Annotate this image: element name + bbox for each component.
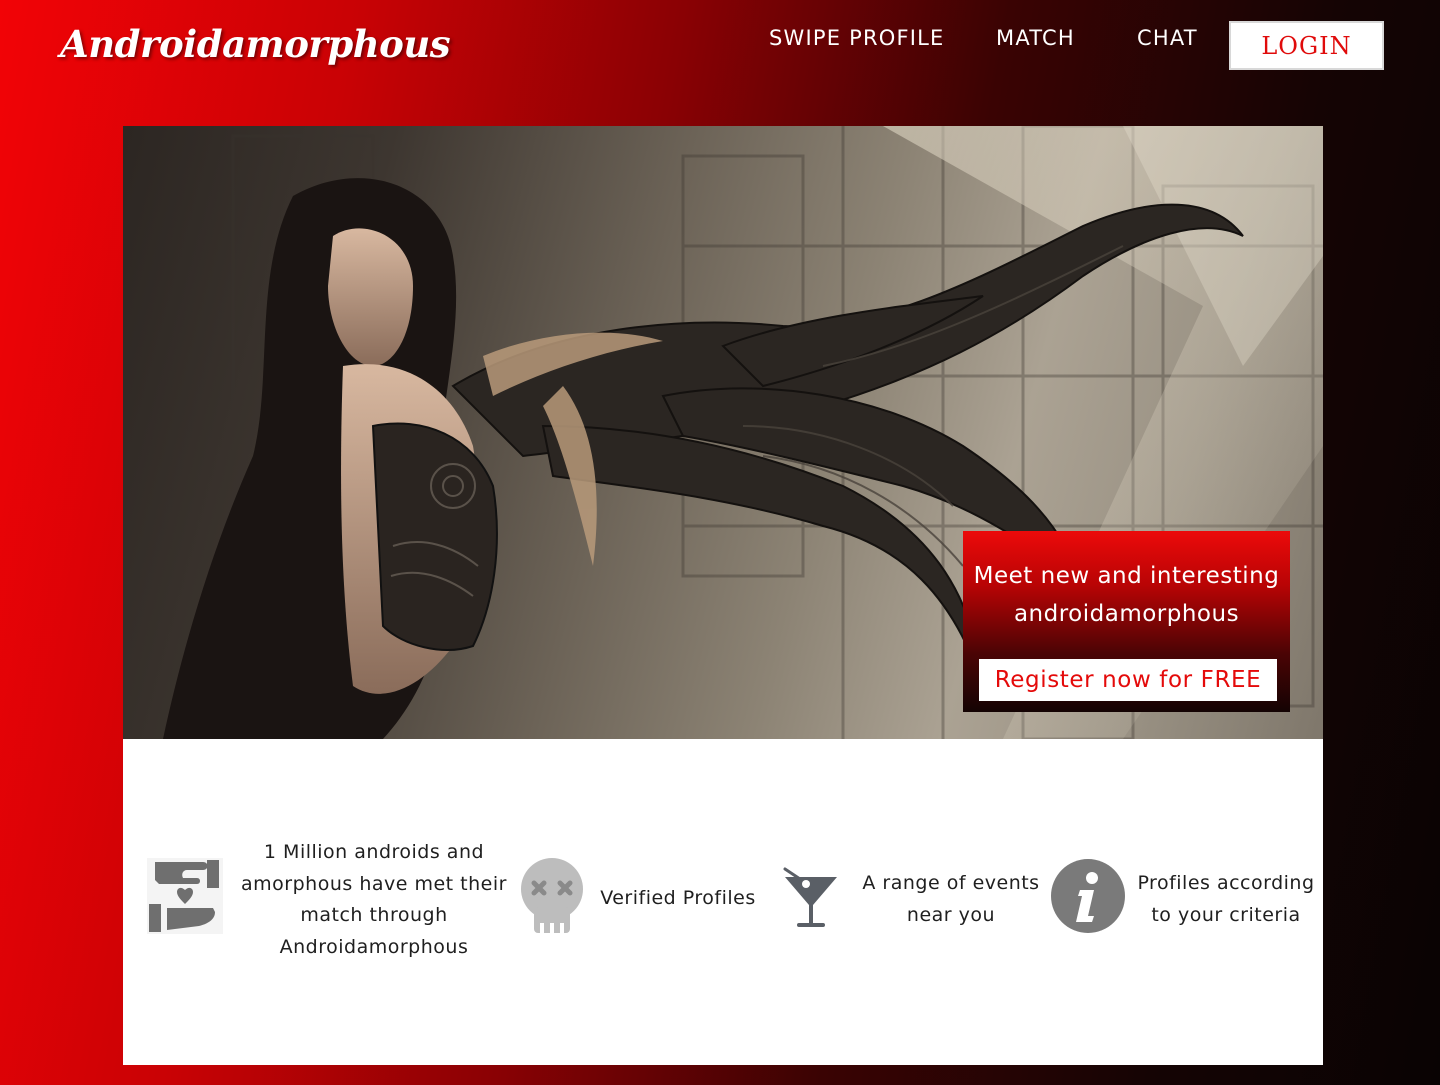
main-nav: SWIPE PROFILE MATCH CHAT bbox=[0, 22, 1440, 62]
hands-heart-icon bbox=[147, 858, 223, 938]
hero-tagline: Meet new and interesting androidamorphou… bbox=[963, 557, 1290, 633]
feature-criteria-line1: Profiles according bbox=[1137, 872, 1315, 894]
skull-icon bbox=[518, 857, 588, 939]
info-icon bbox=[1050, 858, 1126, 938]
feature-verified-line1: Verified Profiles bbox=[600, 887, 756, 909]
hero-cta-box: Meet new and interesting androidamorphou… bbox=[963, 531, 1290, 712]
feature-criteria-line2: to your criteria bbox=[1151, 903, 1301, 926]
hero-tagline-line1: Meet new and interesting bbox=[973, 563, 1280, 589]
nav-match[interactable]: MATCH bbox=[996, 26, 1075, 50]
hero-banner: Meet new and interesting androidamorphou… bbox=[123, 126, 1323, 739]
feature-criteria-text: Profiles according to your criteria bbox=[1131, 868, 1321, 931]
nav-chat[interactable]: CHAT bbox=[1137, 26, 1198, 50]
feature-members-text: 1 Million androids and amorphous have me… bbox=[238, 837, 510, 963]
feature-verified-text: Verified Profiles bbox=[595, 883, 761, 915]
feature-events-text: A range of events near you bbox=[858, 868, 1044, 931]
features-section: 1 Million androids and amorphous have me… bbox=[123, 739, 1323, 1065]
feature-members-line1: 1 Million androids and bbox=[263, 841, 485, 863]
hero-tagline-line2: androidamorphous bbox=[1013, 601, 1240, 627]
cocktail-icon bbox=[779, 865, 843, 935]
feature-members-line2: amorphous have met their bbox=[241, 872, 507, 895]
nav-swipe-profile[interactable]: SWIPE PROFILE bbox=[769, 26, 945, 50]
feature-events-line2: near you bbox=[906, 903, 996, 926]
feature-members-line3: match through bbox=[300, 904, 448, 926]
register-button[interactable]: Register now for FREE bbox=[979, 659, 1277, 701]
login-button[interactable]: LOGIN bbox=[1229, 21, 1384, 70]
feature-events-line1: A range of events bbox=[862, 872, 1040, 894]
feature-members-line4: Androidamorphous bbox=[279, 935, 469, 958]
